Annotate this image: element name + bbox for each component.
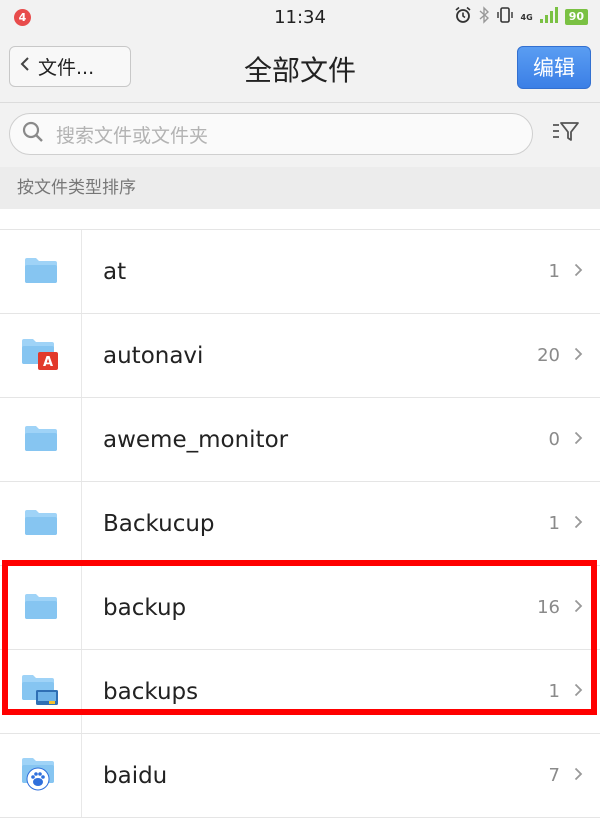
list-item[interactable]: backups 1 [0,650,600,734]
item-count: 20 [537,345,560,366]
search-icon [22,121,44,147]
signal-icon [539,7,558,27]
alarm-icon [454,6,472,28]
file-name: Backucup [103,510,215,537]
chevron-right-icon [574,598,584,617]
filter-icon[interactable] [552,121,580,147]
file-name: baidu [103,762,168,789]
edit-button[interactable]: 编辑 [517,46,591,89]
item-count: 16 [537,597,560,618]
svg-text:A: A [42,355,52,370]
backup-folder-icon [21,673,61,711]
chevron-right-icon [574,430,584,449]
search-input[interactable]: 搜索文件或文件夹 [9,113,533,155]
list-spacer [0,209,600,230]
network-type: 4G [520,12,533,22]
chevron-right-icon [574,766,584,785]
battery-indicator: 90 [564,9,588,25]
item-count: 1 [548,261,560,282]
folder-icon [24,256,58,288]
file-name: aweme_monitor [103,426,289,453]
list-item[interactable]: aweme_monitor 0 [0,398,600,482]
nav-bar: 文件... 全部文件 编辑 [0,34,600,103]
autonavi-folder-icon: A [21,337,61,375]
item-count: 7 [548,765,560,786]
back-button-label: 文件... [38,57,95,79]
vibrate-icon [496,6,514,28]
chevron-right-icon [574,262,584,281]
item-count: 1 [548,681,560,702]
chevron-right-icon [574,346,584,365]
baidu-folder-icon [21,756,61,796]
folder-icon [24,508,58,540]
chevron-left-icon [20,56,30,77]
item-count: 1 [548,513,560,534]
status-bar: 4 11:34 4G 90 [0,0,600,34]
folder-icon [24,592,58,624]
search-bar: 搜索文件或文件夹 [0,103,600,167]
item-count: 0 [548,429,560,450]
file-name: backup [103,594,187,621]
folder-icon [24,424,58,456]
back-button[interactable]: 文件... [9,46,131,87]
file-list: at 1 A autonavi 20 aweme_monitor 0 Backu… [0,209,600,818]
list-item[interactable]: Backucup 1 [0,482,600,566]
file-name: backups [103,678,199,705]
file-name: at [103,258,127,285]
chevron-right-icon [574,514,584,533]
list-item[interactable]: backup 16 [0,566,600,650]
chevron-right-icon [574,682,584,701]
page-title: 全部文件 [243,54,356,87]
file-name: autonavi [103,342,204,369]
status-icons: 4G 90 [454,6,588,28]
search-placeholder: 搜索文件或文件夹 [56,124,209,147]
bluetooth-icon [479,6,489,28]
sort-header[interactable]: 按文件类型排序 [0,167,600,209]
list-item[interactable]: baidu 7 [0,734,600,818]
list-item[interactable]: A autonavi 20 [0,314,600,398]
list-item[interactable]: at 1 [0,230,600,314]
